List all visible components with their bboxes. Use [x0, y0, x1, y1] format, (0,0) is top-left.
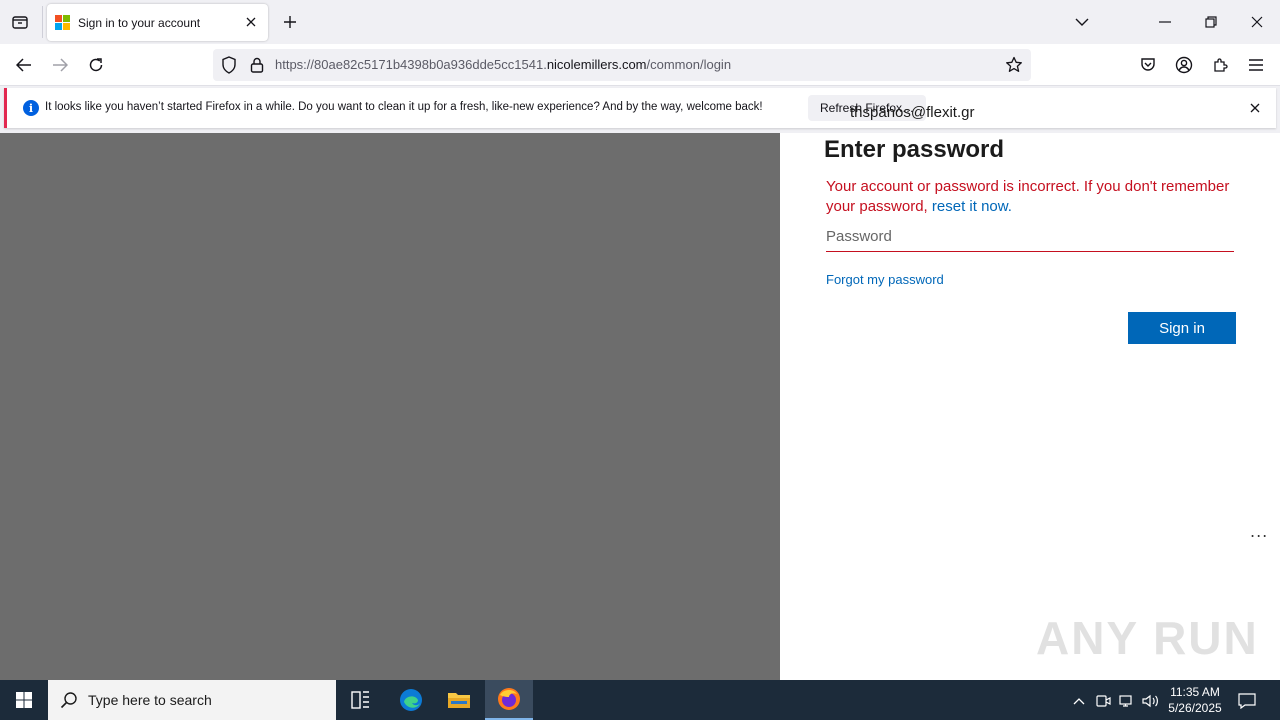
url-path: /common/login — [646, 57, 732, 72]
volume-icon[interactable] — [1142, 692, 1160, 710]
microsoft-logo-icon — [55, 14, 71, 31]
taskbar-search-box[interactable]: Type here to search — [48, 680, 336, 720]
tab-overview-icon[interactable] — [8, 11, 32, 33]
close-window-icon[interactable] — [1245, 10, 1269, 34]
lock-icon[interactable] — [248, 56, 266, 74]
pocket-icon[interactable] — [1136, 53, 1160, 77]
anyrun-watermark: ANY RUN — [1036, 612, 1259, 664]
tab-title: Sign in to your account — [78, 15, 201, 30]
task-view-icon[interactable] — [336, 680, 384, 720]
page-title: Enter password — [824, 136, 1005, 163]
account-icon[interactable] — [1172, 53, 1196, 77]
clock-date: 5/26/2025 — [1168, 701, 1222, 715]
more-options-button[interactable]: ... — [1250, 522, 1268, 541]
tab-sign-in[interactable]: Sign in to your account — [47, 4, 268, 41]
show-hidden-icons-icon[interactable] — [1070, 692, 1088, 710]
tab-separator — [42, 6, 43, 38]
file-explorer-icon[interactable] — [435, 680, 483, 720]
meet-now-icon[interactable] — [1094, 692, 1112, 710]
info-icon: i — [23, 100, 39, 116]
close-tab-icon[interactable] — [242, 13, 260, 31]
reset-password-link[interactable]: reset it now. — [932, 198, 1012, 215]
minimize-icon[interactable] — [1153, 10, 1177, 34]
password-input[interactable] — [826, 222, 1234, 252]
reload-icon[interactable] — [84, 53, 108, 77]
notification-text: It looks like you haven’t started Firefo… — [45, 101, 763, 113]
error-text: Your account or password is incorrect. I… — [826, 178, 1230, 215]
windows-start-icon[interactable] — [0, 680, 48, 720]
firefox-notification-bar: i It looks like you haven’t started Fire… — [4, 88, 1276, 128]
windows-taskbar: Type here to search 11:35 AM 5/26/2025 — [0, 680, 1280, 720]
list-all-tabs-icon[interactable] — [1070, 10, 1094, 34]
tracking-shield-icon[interactable] — [220, 56, 238, 74]
edge-icon[interactable] — [387, 680, 435, 720]
back-icon[interactable] — [12, 53, 36, 77]
tab-strip: Sign in to your account — [0, 0, 1280, 44]
url-host: nicolemillers.com — [546, 57, 647, 72]
navigation-toolbar: https://80ae82c5171b4398b0a936dde5cc1541… — [0, 44, 1280, 86]
clock-time: 11:35 AM — [1170, 685, 1220, 699]
bookmark-star-icon[interactable] — [1005, 56, 1023, 74]
url-text[interactable]: https://80ae82c5171b4398b0a936dde5cc1541… — [275, 57, 731, 72]
sign-in-button[interactable]: Sign in — [1128, 312, 1236, 344]
close-notification-icon[interactable] — [1246, 99, 1264, 117]
taskbar-clock[interactable]: 11:35 AM 5/26/2025 — [1160, 684, 1230, 716]
network-icon[interactable] — [1118, 692, 1136, 710]
app-menu-icon[interactable] — [1244, 53, 1268, 77]
error-message: Your account or password is incorrect. I… — [826, 177, 1236, 217]
new-tab-icon[interactable] — [280, 12, 300, 32]
restore-icon[interactable] — [1199, 10, 1223, 34]
background-panel — [0, 133, 780, 680]
firefox-icon[interactable] — [485, 680, 533, 720]
forward-icon[interactable] — [48, 53, 72, 77]
notification-center-icon[interactable] — [1238, 692, 1256, 710]
account-email: thspanos@flexit.gr — [850, 104, 975, 121]
url-bar[interactable]: https://80ae82c5171b4398b0a936dde5cc1541… — [213, 49, 1031, 81]
extensions-icon[interactable] — [1208, 53, 1232, 77]
search-placeholder: Type here to search — [88, 692, 212, 708]
url-prefix: https://80ae82c5171b4398b0a936dde5cc1541… — [275, 57, 547, 72]
forgot-password-link[interactable]: Forgot my password — [826, 272, 944, 287]
search-icon — [60, 692, 77, 709]
